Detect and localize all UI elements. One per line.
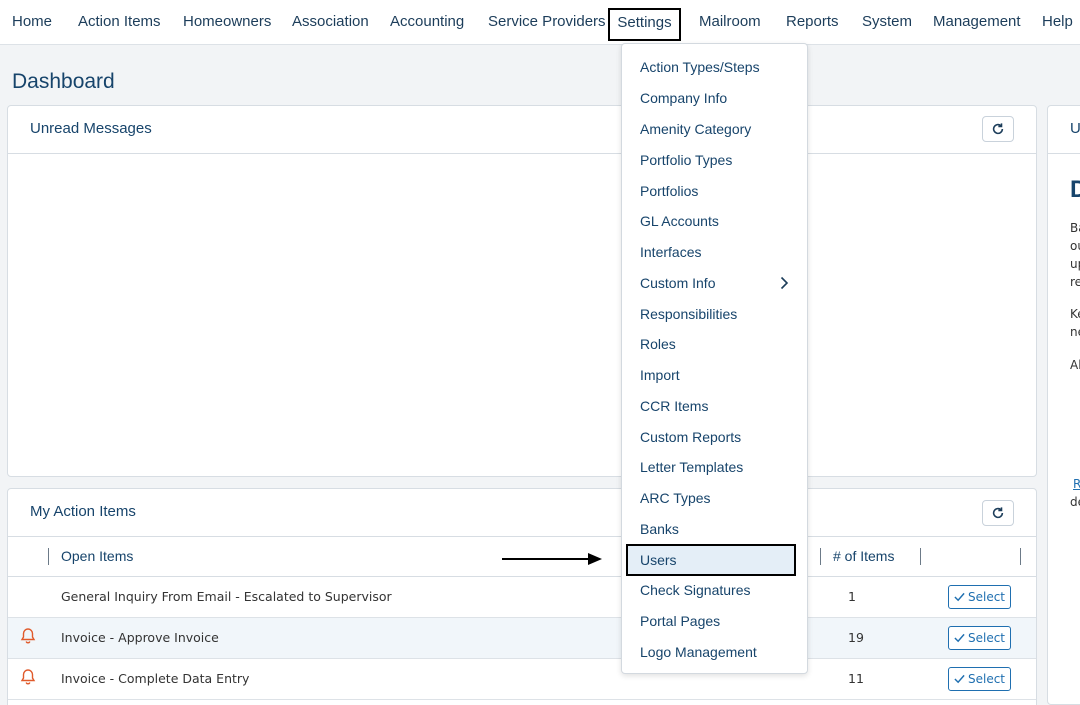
- nav-homeowners[interactable]: Homeowners: [183, 0, 271, 44]
- menu-item-ccr-items[interactable]: CCR Items: [622, 391, 807, 421]
- menu-item-custom-reports[interactable]: Custom Reports: [622, 422, 807, 452]
- unread-messages-title: Unread Messages: [30, 120, 152, 137]
- select-label: Select: [967, 672, 1006, 686]
- nav-settings[interactable]: Settings: [608, 8, 681, 41]
- row-item-count: 19: [848, 630, 864, 645]
- action-items-refresh-button[interactable]: [982, 500, 1014, 526]
- menu-item-letter-templates[interactable]: Letter Templates: [622, 452, 807, 482]
- menu-item-label: Custom Info: [640, 275, 716, 291]
- menu-item-amenity-category[interactable]: Amenity Category: [622, 114, 807, 144]
- right-panel-text: Al: [1070, 358, 1080, 372]
- menu-item-portfolios[interactable]: Portfolios: [622, 176, 807, 206]
- nav-home[interactable]: Home: [12, 0, 52, 44]
- nav-help[interactable]: Help: [1042, 0, 1073, 44]
- menu-item-arc-types[interactable]: ARC Types: [622, 483, 807, 513]
- column-item-count[interactable]: # of Items: [833, 548, 894, 564]
- row-item-count: 1: [848, 589, 856, 604]
- nav-accounting[interactable]: Accounting: [390, 0, 464, 44]
- menu-item-import[interactable]: Import: [622, 360, 807, 390]
- unread-refresh-button[interactable]: [982, 116, 1014, 142]
- menu-item-users[interactable]: Users: [626, 544, 796, 576]
- nav-management[interactable]: Management: [933, 0, 1021, 44]
- right-panel-text: de: [1070, 495, 1080, 509]
- table-row[interactable]: General Inquiry From Email - Escalated t…: [8, 577, 1036, 618]
- menu-item-banks[interactable]: Banks: [622, 514, 807, 544]
- row-item-name: Invoice - Complete Data Entry: [61, 671, 250, 686]
- right-panel-text: up: [1070, 257, 1080, 271]
- nav-mailroom[interactable]: Mailroom: [699, 0, 761, 44]
- select-button[interactable]: Select: [948, 667, 1011, 691]
- menu-item-custom-info[interactable]: Custom Info: [622, 268, 807, 298]
- menu-item-interfaces[interactable]: Interfaces: [622, 237, 807, 267]
- nav-reports[interactable]: Reports: [786, 0, 839, 44]
- menu-item-gl-accounts[interactable]: GL Accounts: [622, 206, 807, 236]
- table-row[interactable]: Invoice - Approve Invoice 19 Select: [8, 618, 1036, 659]
- action-items-title: My Action Items: [30, 503, 136, 520]
- right-panel-text: Ba: [1070, 221, 1080, 235]
- nav-system[interactable]: System: [862, 0, 912, 44]
- menu-item-action-types-steps[interactable]: Action Types/Steps: [622, 52, 807, 82]
- page-title: Dashboard: [12, 70, 115, 93]
- menu-item-logo-management[interactable]: Logo Management: [622, 637, 807, 667]
- select-button[interactable]: Select: [948, 585, 1011, 609]
- right-panel-header: U: [1048, 106, 1080, 154]
- menu-item-roles[interactable]: Roles: [622, 329, 807, 359]
- action-items-header: My Action Items: [8, 489, 1036, 537]
- column-separator[interactable]: [920, 548, 921, 565]
- right-panel-partial: U D Ba ou up re Ke ne Al R de: [1047, 105, 1080, 705]
- right-panel-text: ne: [1070, 325, 1080, 339]
- top-nav: Home Action Items Homeowners Association…: [0, 0, 1080, 45]
- chevron-right-icon: [780, 276, 789, 290]
- column-separator[interactable]: [1020, 548, 1021, 565]
- select-button[interactable]: Select: [948, 626, 1011, 650]
- pointer-arrow-icon: [502, 553, 602, 565]
- table-row[interactable]: Invoice - Complete Data Entry 11 Select: [8, 659, 1036, 700]
- right-panel-text: ou: [1070, 239, 1080, 253]
- select-label: Select: [967, 590, 1006, 604]
- menu-item-portal-pages[interactable]: Portal Pages: [622, 606, 807, 636]
- select-label: Select: [967, 631, 1006, 645]
- column-separator[interactable]: [820, 548, 821, 565]
- settings-dropdown-menu: Action Types/Steps Company Info Amenity …: [621, 43, 808, 674]
- right-panel-title: U: [1070, 120, 1080, 137]
- unread-messages-header: Unread Messages: [8, 106, 1036, 154]
- action-items-panel: My Action Items Open Items # of Items Ge…: [7, 488, 1037, 705]
- row-item-name: General Inquiry From Email - Escalated t…: [61, 589, 392, 604]
- menu-item-portfolio-types[interactable]: Portfolio Types: [622, 145, 807, 175]
- right-panel-text: re: [1070, 275, 1080, 289]
- refresh-icon: [992, 507, 1004, 519]
- menu-item-responsibilities[interactable]: Responsibilities: [622, 299, 807, 329]
- row-item-name: Invoice - Approve Invoice: [61, 630, 219, 645]
- bell-icon: [20, 669, 36, 685]
- check-icon: [954, 674, 965, 684]
- check-icon: [954, 592, 965, 602]
- check-icon: [954, 633, 965, 643]
- right-panel-link[interactable]: R: [1073, 477, 1080, 491]
- column-separator[interactable]: [48, 548, 49, 565]
- bell-icon: [20, 628, 36, 644]
- nav-association[interactable]: Association: [292, 0, 369, 44]
- menu-item-check-signatures[interactable]: Check Signatures: [622, 575, 807, 605]
- refresh-icon: [992, 123, 1004, 135]
- unread-messages-panel: Unread Messages: [7, 105, 1037, 477]
- menu-item-company-info[interactable]: Company Info: [622, 83, 807, 113]
- right-panel-text: Ke: [1070, 307, 1080, 321]
- row-item-count: 11: [848, 671, 864, 686]
- column-open-items[interactable]: Open Items: [61, 548, 133, 564]
- nav-action-items[interactable]: Action Items: [78, 0, 161, 44]
- right-panel-heading: D: [1070, 176, 1080, 203]
- nav-service-providers[interactable]: Service Providers: [488, 0, 606, 44]
